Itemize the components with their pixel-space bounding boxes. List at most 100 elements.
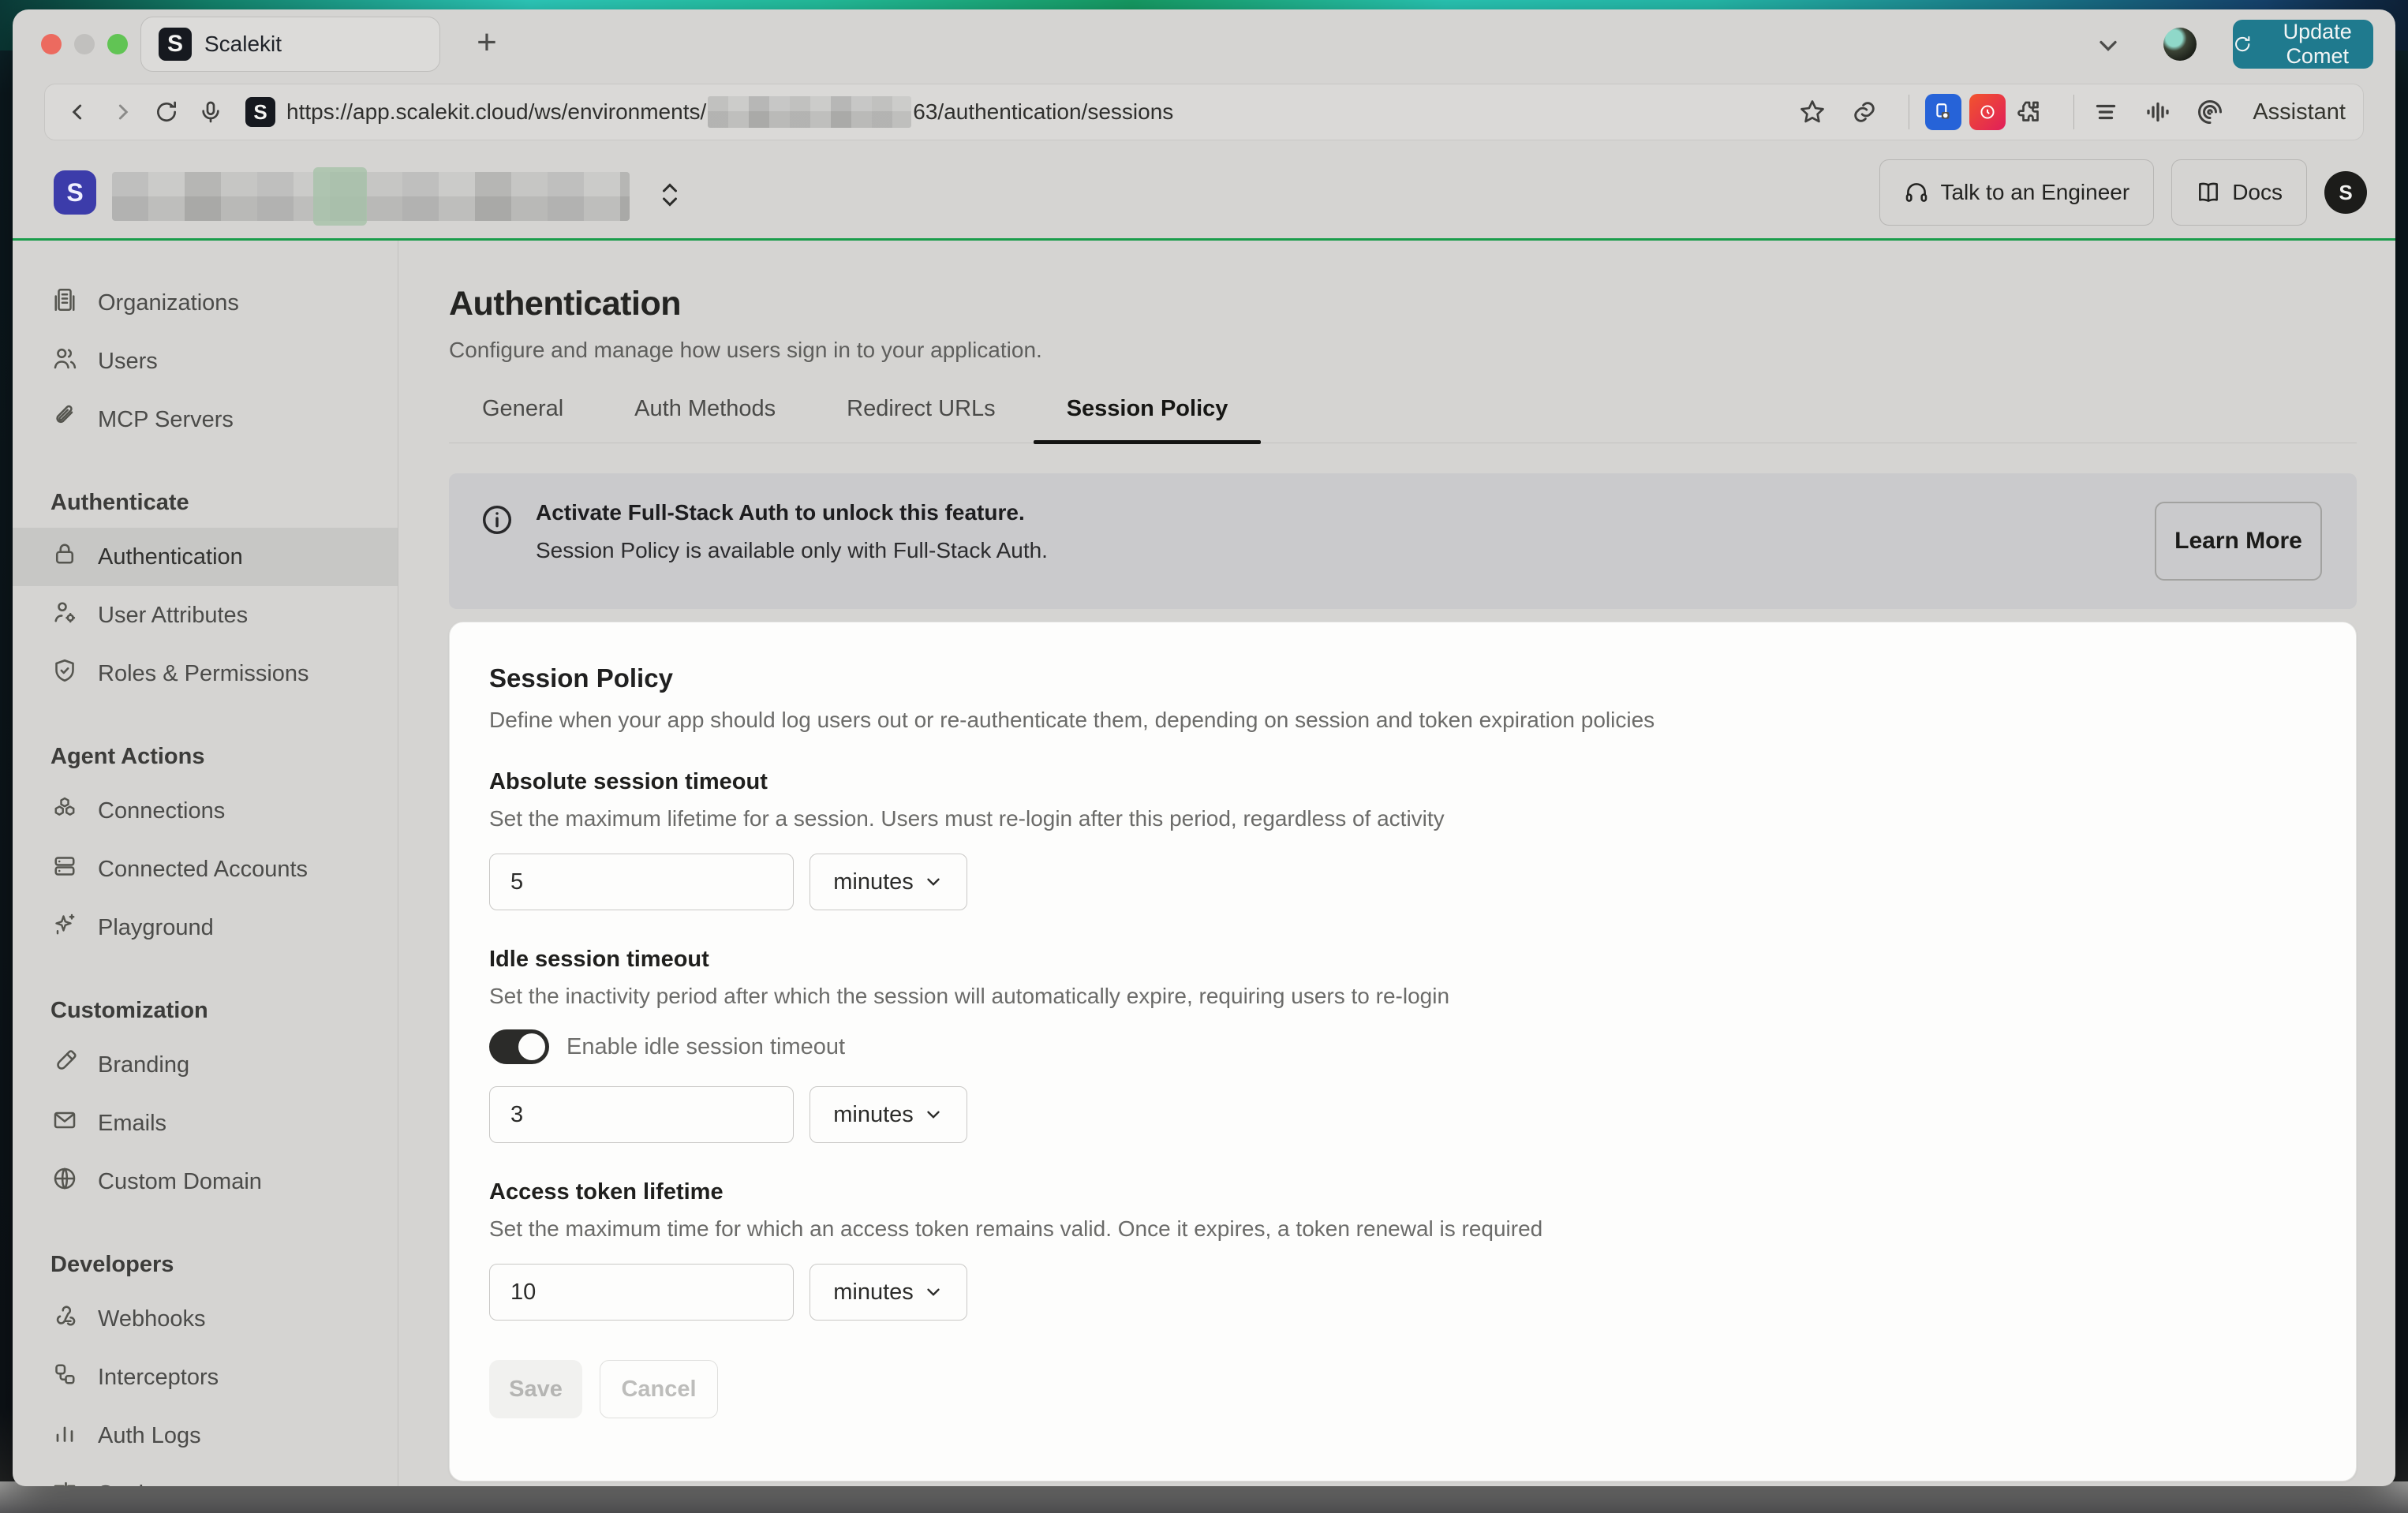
shield-check-icon bbox=[50, 656, 79, 691]
browser-tab-bar: S Scalekit + Update Comet bbox=[13, 9, 2395, 79]
app-header: S Talk to an Engineer Docs S bbox=[13, 147, 2395, 238]
sidebar-item-playground[interactable]: Playground bbox=[13, 898, 398, 957]
assistant-label[interactable]: Assistant bbox=[2253, 99, 2346, 125]
tab-auth-methods[interactable]: Auth Methods bbox=[601, 396, 809, 443]
sidebar-item-branding[interactable]: Branding bbox=[13, 1036, 398, 1094]
browser-window: S Scalekit + Update Comet S https://ap bbox=[13, 9, 2395, 1486]
profile-avatar-orb[interactable] bbox=[2163, 28, 2197, 61]
close-window-button[interactable] bbox=[41, 34, 62, 54]
sidebar-item-auth-logs[interactable]: Auth Logs bbox=[13, 1407, 398, 1465]
absolute-timeout-input[interactable] bbox=[489, 854, 794, 910]
info-circle-icon bbox=[479, 502, 515, 538]
user-avatar[interactable]: S bbox=[2324, 171, 2367, 214]
refresh-icon bbox=[2233, 32, 2252, 56]
sidebar-item-connected-accounts[interactable]: Connected Accounts bbox=[13, 840, 398, 898]
idle-timeout-unit-select[interactable]: minutes bbox=[810, 1086, 967, 1143]
book-icon bbox=[2196, 180, 2221, 205]
chevron-down-icon bbox=[923, 1282, 944, 1302]
docs-button[interactable]: Docs bbox=[2171, 159, 2307, 226]
chevron-down-icon[interactable] bbox=[2094, 32, 2122, 64]
idle-timeout-toggle[interactable] bbox=[489, 1029, 549, 1064]
password-extension-icon[interactable] bbox=[1925, 94, 1961, 130]
microphone-icon[interactable] bbox=[195, 96, 226, 128]
sidebar-item-users[interactable]: Users bbox=[13, 332, 398, 390]
access-token-label: Access token lifetime bbox=[489, 1179, 2316, 1205]
sidebar-item-interceptors[interactable]: Interceptors bbox=[13, 1348, 398, 1407]
sidebar-item-webhooks[interactable]: Webhooks bbox=[13, 1290, 398, 1348]
tab-general[interactable]: General bbox=[449, 396, 596, 443]
lock-icon bbox=[50, 540, 79, 574]
sidebar-item-custom-domain[interactable]: Custom Domain bbox=[13, 1152, 398, 1211]
tab-session-policy[interactable]: Session Policy bbox=[1034, 396, 1262, 443]
copy-link-icon[interactable] bbox=[1849, 96, 1880, 128]
sidebar-section-authenticate: Authenticate bbox=[13, 477, 398, 528]
absolute-timeout-label: Absolute session timeout bbox=[489, 769, 2316, 795]
reader-lines-icon[interactable] bbox=[2090, 96, 2122, 128]
update-comet-button[interactable]: Update Comet bbox=[2233, 20, 2373, 69]
building-icon bbox=[50, 286, 79, 320]
save-button[interactable]: Save bbox=[489, 1360, 582, 1418]
idle-timeout-label: Idle session timeout bbox=[489, 947, 2316, 973]
sidebar-item-settings[interactable]: Settings bbox=[13, 1465, 398, 1486]
card-description: Define when your app should log users ou… bbox=[489, 708, 2316, 733]
minimize-window-button[interactable] bbox=[74, 34, 95, 54]
tab-redirect-urls[interactable]: Redirect URLs bbox=[813, 396, 1029, 443]
divider bbox=[2073, 95, 2074, 129]
chevron-down-icon bbox=[923, 1104, 944, 1125]
absolute-timeout-unit-select[interactable]: minutes bbox=[810, 854, 967, 910]
webhook-icon bbox=[50, 1302, 79, 1336]
learn-more-button[interactable]: Learn More bbox=[2155, 502, 2322, 581]
reload-icon[interactable] bbox=[151, 96, 182, 128]
sidebar-item-emails[interactable]: Emails bbox=[13, 1094, 398, 1152]
toggle-knob bbox=[518, 1033, 545, 1060]
forward-icon[interactable] bbox=[107, 96, 138, 128]
browser-tab[interactable]: S Scalekit bbox=[140, 17, 440, 72]
tab-bar: General Auth Methods Redirect URLs Sessi… bbox=[449, 396, 2357, 443]
sidebar-section-customization: Customization bbox=[13, 985, 398, 1036]
sidebar-item-connections[interactable]: Connections bbox=[13, 782, 398, 840]
address-bar[interactable]: S https://app.scalekit.cloud/ws/environm… bbox=[44, 84, 2364, 140]
envelope-icon bbox=[50, 1106, 79, 1141]
environment-badge-redacted bbox=[313, 167, 367, 226]
sidebar-item-authentication[interactable]: Authentication bbox=[13, 528, 398, 586]
workspace-selector[interactable] bbox=[112, 172, 682, 221]
sidebar-item-user-attributes[interactable]: User Attributes bbox=[13, 586, 398, 644]
idle-timeout-input[interactable] bbox=[489, 1086, 794, 1143]
browser-toolbar: S https://app.scalekit.cloud/ws/environm… bbox=[13, 79, 2395, 147]
new-tab-button[interactable]: + bbox=[466, 24, 507, 65]
stacked-cards-icon bbox=[50, 852, 79, 887]
sidebar-item-mcp-servers[interactable]: MCP Servers bbox=[13, 390, 398, 449]
assistant-icon[interactable] bbox=[2194, 96, 2226, 128]
interceptor-icon bbox=[50, 1360, 79, 1395]
session-policy-card: Session Policy Define when your app shou… bbox=[449, 622, 2357, 1481]
workspace-name-redacted bbox=[112, 172, 630, 221]
sidebar-item-roles-permissions[interactable]: Roles & Permissions bbox=[13, 644, 398, 703]
chevron-down-icon bbox=[923, 872, 944, 892]
puzzle-extension-icon[interactable] bbox=[2014, 96, 2045, 128]
sidebar-item-organizations[interactable]: Organizations bbox=[13, 274, 398, 332]
main-content: Authentication Configure and manage how … bbox=[398, 241, 2395, 1486]
cancel-button[interactable]: Cancel bbox=[600, 1360, 718, 1418]
selector-chevrons-icon bbox=[658, 179, 682, 215]
extension-icon[interactable] bbox=[1969, 94, 2006, 130]
zoom-window-button[interactable] bbox=[107, 34, 128, 54]
access-token-unit-select[interactable]: minutes bbox=[810, 1264, 967, 1321]
bookmark-star-icon[interactable] bbox=[1797, 96, 1828, 128]
voice-waveform-icon[interactable] bbox=[2142, 96, 2174, 128]
cubes-icon bbox=[50, 794, 79, 828]
banner-title: Activate Full-Stack Auth to unlock this … bbox=[536, 500, 1048, 525]
sidebar-section-agent-actions: Agent Actions bbox=[13, 731, 398, 782]
card-title: Session Policy bbox=[489, 663, 2316, 693]
sidebar-nav: Organizations Users MCP Servers Authenti… bbox=[13, 241, 398, 1486]
idle-timeout-toggle-label: Enable idle session timeout bbox=[566, 1034, 845, 1060]
page-title: Authentication bbox=[449, 285, 2357, 323]
talk-to-engineer-button[interactable]: Talk to an Engineer bbox=[1879, 159, 2154, 226]
access-token-input[interactable] bbox=[489, 1264, 794, 1321]
headphones-icon bbox=[1904, 180, 1929, 205]
banner-body: Session Policy is available only with Fu… bbox=[536, 538, 1048, 563]
back-icon[interactable] bbox=[62, 96, 94, 128]
paperclip-icon bbox=[50, 402, 79, 437]
bar-chart-icon bbox=[50, 1418, 79, 1453]
page-subtitle: Configure and manage how users sign in t… bbox=[449, 338, 2357, 363]
absolute-timeout-description: Set the maximum lifetime for a session. … bbox=[489, 806, 2316, 831]
